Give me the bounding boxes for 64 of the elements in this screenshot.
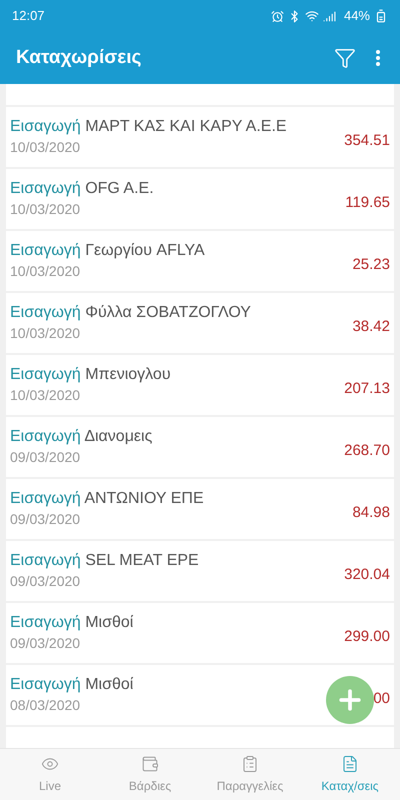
entry-amount: 38.42: [352, 316, 390, 337]
entry-type: Εισαγωγή: [10, 490, 81, 507]
entry-card[interactable]: Εισαγωγή Μισθοί 08/03/2020 00: [6, 665, 394, 725]
entry-amount: 00: [373, 688, 390, 709]
entry-name: ΑΝΤΩΝΙΟΥ ΕΠΕ: [84, 490, 204, 507]
entry-date: 08/03/2020: [10, 696, 80, 715]
status-time: 12:07: [12, 7, 45, 26]
entry-date: 10/03/2020: [10, 138, 80, 157]
entry-name: Μισθοί: [85, 676, 134, 693]
entry-name: Μισθοί: [85, 614, 134, 631]
entry-card[interactable]: Εισαγωγή ΜΑΡΤ ΚΑΣ ΚΑΙ ΚΑΡΥ Α.Ε.Ε 10/03/2020 354.51: [6, 107, 394, 167]
entry-name: Διανομεις: [84, 428, 152, 445]
entry-card[interactable]: Εισαγωγή OFG A.E. 10/03/2020 119.65: [6, 169, 394, 229]
entry-name: Φύλλα ΣΟΒΑΤΖΟΓΛΟΥ: [85, 304, 251, 321]
entry-card[interactable]: Εισαγωγή Γεωργίου AFLYA 10/03/2020 25.23: [6, 231, 394, 291]
entry-type: Εισαγωγή: [10, 366, 81, 383]
entry-date: 10/03/2020: [10, 386, 80, 405]
entry-date: 10/03/2020: [10, 324, 80, 343]
entry-date: 09/03/2020: [10, 448, 80, 467]
entry-type: Εισαγωγή: [10, 552, 81, 569]
entry-name: Γεωργίου AFLYA: [85, 242, 205, 259]
entry-type: Εισαγωγή: [10, 242, 81, 259]
entry-type: Εισαγωγή: [10, 676, 81, 693]
clipboard-icon: [241, 754, 259, 772]
entry-card[interactable]: Εισαγωγή ΑΝΤΩΝΙΟΥ ΕΠΕ 09/03/2020 84.98: [6, 479, 394, 539]
entry-card[interactable]: Εισαγωγή SEL MEAT EPE 09/03/2020 320.04: [6, 541, 394, 601]
entry-card[interactable]: Εισαγωγή Μισθοί 09/03/2020 299.00: [6, 603, 394, 663]
entry-amount: 299.00: [344, 626, 390, 647]
entry-date: 10/03/2020: [10, 200, 80, 219]
wifi-icon: [304, 9, 319, 23]
battery-icon: [374, 9, 388, 23]
filter-icon: [334, 47, 356, 69]
entry-card[interactable]: Εισαγωγή Μπενιογλου 10/03/2020 207.13: [6, 355, 394, 415]
entry-card[interactable]: Εισαγωγή Διανομεις 09/03/2020 268.70: [6, 417, 394, 477]
battery-percent: 44%: [344, 7, 370, 26]
entry-amount: 268.70: [344, 440, 390, 461]
entry-amount: 84.98: [352, 502, 390, 523]
entry-name: OFG A.E.: [85, 180, 154, 197]
signal-icon: [322, 10, 336, 22]
entry-type: Εισαγωγή: [10, 304, 81, 321]
document-icon: [341, 754, 359, 772]
more-icon: [376, 50, 380, 66]
entry-name: SEL MEAT EPE: [85, 552, 199, 569]
alarm-icon: [270, 10, 284, 22]
screen-title: Καταχωρίσεις: [16, 46, 142, 70]
entry-type: Εισαγωγή: [10, 118, 81, 135]
entry-amount: 354.51: [344, 130, 390, 151]
wallet-icon: [141, 754, 159, 772]
entry-card[interactable]: [6, 727, 394, 748]
entry-date: 10/03/2020: [10, 262, 80, 281]
entry-name: ΜΑΡΤ ΚΑΣ ΚΑΙ ΚΑΡΥ Α.Ε.Ε: [85, 118, 287, 135]
entry-amount: 119.65: [345, 192, 390, 213]
entry-amount: 320.04: [344, 564, 390, 585]
entry-amount: 25.23: [352, 254, 390, 275]
entry-type: Εισαγωγή: [10, 428, 81, 445]
entry-date: 09/03/2020: [10, 572, 80, 591]
entry-type: Εισαγωγή: [10, 614, 81, 631]
entry-type: Εισαγωγή: [10, 180, 81, 197]
entry-card[interactable]: Εισαγωγή Φύλλα ΣΟΒΑΤΖΟΓΛΟΥ 10/03/2020 38.42: [6, 293, 394, 353]
entry-name: Μπενιογλου: [85, 366, 171, 383]
entry-amount: 207.13: [344, 378, 390, 399]
entry-card[interactable]: [6, 84, 394, 105]
entry-date: 09/03/2020: [10, 634, 80, 653]
entry-date: 09/03/2020: [10, 510, 80, 529]
